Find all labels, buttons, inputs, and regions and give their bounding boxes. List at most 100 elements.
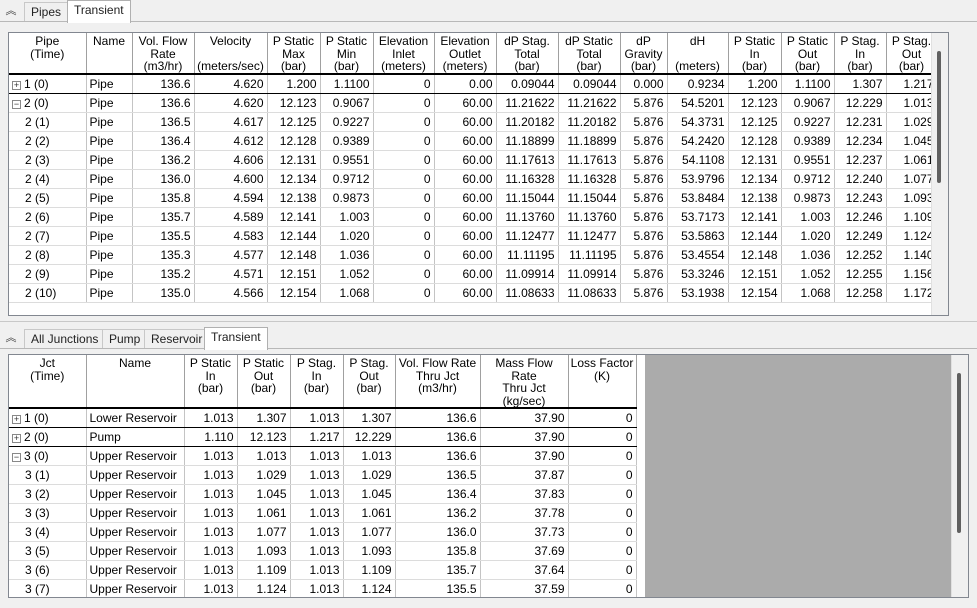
name-cell: Pipe <box>86 74 133 94</box>
value-cell: 11.13760 <box>558 207 621 227</box>
value-cell: 136.5 <box>395 465 481 485</box>
table-row[interactable]: 3 (7) Upper Reservoir 1.013 1.124 1.013 1.124… <box>9 579 637 597</box>
value-cell: 37.59 <box>480 579 569 597</box>
junctions-vertical-scrollbar[interactable] <box>951 355 968 597</box>
value-cell: 0 <box>568 446 637 466</box>
expand-plus-icon[interactable]: + <box>12 434 21 443</box>
top-column-header-8[interactable]: dP Stag. Total (bar) <box>496 33 559 75</box>
value-cell: 1.013 <box>184 541 238 561</box>
value-cell: 37.87 <box>480 465 569 485</box>
value-cell: 1.110 <box>184 427 238 447</box>
top-column-header-12[interactable]: P Static In (bar) <box>728 33 782 75</box>
table-row[interactable]: 3 (6) Upper Reservoir 1.013 1.109 1.013 1.109… <box>9 560 637 580</box>
table-row[interactable]: +2 (0) Pump 1.110 12.123 1.217 12.229 136.6 37.… <box>9 427 637 447</box>
pipes-transient-grid: Pipe (Time) Name Vol. Flow Rate (m3/hr) Vel… <box>8 32 949 316</box>
value-cell: 12.138 <box>728 188 782 208</box>
top-column-header-0[interactable]: Pipe (Time) <box>9 33 87 75</box>
collapse-up-icon[interactable]: ︽ <box>4 331 18 345</box>
collapse-up-icon[interactable]: ︽ <box>4 4 18 18</box>
top-column-header-6[interactable]: Elevation Inlet (meters) <box>373 33 435 75</box>
top-column-header-7[interactable]: Elevation Outlet (meters) <box>434 33 497 75</box>
value-cell: 1.109 <box>886 207 938 227</box>
bottom-column-header-4[interactable]: P Stag. In (bar) <box>290 355 344 409</box>
value-cell: 12.123 <box>728 93 782 113</box>
pipes-scroll-thumb[interactable] <box>937 51 941 183</box>
table-row[interactable]: 2 (4) Pipe 136.0 4.600 12.134 0.9712 0 60.00 11.… <box>9 169 938 189</box>
value-cell: 1.013 <box>237 446 291 466</box>
table-row[interactable]: 2 (2) Pipe 136.4 4.612 12.128 0.9389 0 60.00 11.… <box>9 131 938 151</box>
table-row[interactable]: 2 (6) Pipe 135.7 4.589 12.141 1.003 0 60.00 11.1… <box>9 207 938 227</box>
bottom-column-header-1[interactable]: Name <box>86 355 185 409</box>
table-row[interactable]: 2 (7) Pipe 135.5 4.583 12.144 1.020 0 60.00 11.1… <box>9 226 938 246</box>
value-cell: 1.045 <box>343 484 396 504</box>
tab-all-junctions[interactable]: All Junctions <box>24 329 106 349</box>
bottom-column-header-5[interactable]: P Stag. Out (bar) <box>343 355 396 409</box>
top-column-header-13[interactable]: P Static Out (bar) <box>781 33 835 75</box>
top-column-header-14[interactable]: P Stag. In (bar) <box>834 33 887 75</box>
value-cell: 1.109 <box>237 560 291 580</box>
value-cell: 1.003 <box>320 207 374 227</box>
value-cell: 4.577 <box>194 245 268 265</box>
table-row[interactable]: 2 (1) Pipe 136.5 4.617 12.125 0.9227 0 60.00 11.… <box>9 112 938 132</box>
table-row[interactable]: 2 (3) Pipe 136.2 4.606 12.131 0.9551 0 60.00 11.… <box>9 150 938 170</box>
pipes-table: Pipe (Time) Name Vol. Flow Rate (m3/hr) Vel… <box>9 33 938 303</box>
tab-pump[interactable]: Pump <box>102 329 148 349</box>
tab-pipes-transient[interactable]: Transient <box>67 0 131 23</box>
value-cell: 1.013 <box>886 93 938 113</box>
top-column-header-11[interactable]: dH (meters) <box>667 33 729 75</box>
bottom-column-header-3[interactable]: P Static Out (bar) <box>237 355 291 409</box>
value-cell: 0.9873 <box>320 188 374 208</box>
value-cell: 60.00 <box>434 264 497 284</box>
table-row[interactable]: +1 (0) Lower Reservoir 1.013 1.307 1.013 1.30… <box>9 408 637 428</box>
top-column-header-2[interactable]: Vol. Flow Rate (m3/hr) <box>132 33 195 75</box>
top-column-header-3[interactable]: Velocity (meters/sec) <box>194 33 268 75</box>
top-column-header-5[interactable]: P Static Min (bar) <box>320 33 374 75</box>
value-cell: 12.144 <box>267 226 321 246</box>
value-cell: 54.5201 <box>667 93 729 113</box>
value-cell: 1.1100 <box>781 74 835 94</box>
value-cell: 0.09044 <box>496 74 559 94</box>
value-cell: 0.00 <box>434 74 497 94</box>
tab-reservoir[interactable]: Reservoir <box>144 329 210 349</box>
value-cell: 136.4 <box>132 131 195 151</box>
table-row[interactable]: 2 (8) Pipe 135.3 4.577 12.148 1.036 0 60.00 11.1… <box>9 245 938 265</box>
value-cell: 0.09044 <box>558 74 621 94</box>
table-row[interactable]: 2 (5) Pipe 135.8 4.594 12.138 0.9873 0 60.00 11.… <box>9 188 938 208</box>
bottom-column-header-8[interactable]: Loss Factor (K) <box>568 355 637 409</box>
top-column-header-10[interactable]: dP Gravity (bar) <box>620 33 668 75</box>
tab-junctions-transient[interactable]: Transient <box>204 327 268 350</box>
value-cell: 37.69 <box>480 541 569 561</box>
value-cell: 1.013 <box>290 560 344 580</box>
expand-plus-icon[interactable]: + <box>12 415 21 424</box>
table-row[interactable]: 3 (3) Upper Reservoir 1.013 1.061 1.013 1.061… <box>9 503 637 523</box>
table-row[interactable]: +1 (0) Pipe 136.6 4.620 1.200 1.1100 0 0.00 0.09… <box>9 74 938 94</box>
row-key-label: 2 (1) <box>25 115 50 129</box>
value-cell: 1.068 <box>320 283 374 303</box>
collapse-minus-icon[interactable]: − <box>12 100 21 109</box>
table-row[interactable]: 2 (9) Pipe 135.2 4.571 12.151 1.052 0 60.00 11.0… <box>9 264 938 284</box>
bottom-column-header-2[interactable]: P Static In (bar) <box>184 355 238 409</box>
top-column-header-1[interactable]: Name <box>86 33 133 75</box>
tab-pipes[interactable]: Pipes <box>24 2 69 22</box>
table-row[interactable]: −3 (0) Upper Reservoir 1.013 1.013 1.013 1.01… <box>9 446 637 466</box>
expand-plus-icon[interactable]: + <box>12 81 21 90</box>
top-column-header-9[interactable]: dP Static Total (bar) <box>558 33 621 75</box>
top-column-header-15[interactable]: P Stag. Out (bar) <box>886 33 938 75</box>
top-column-header-4[interactable]: P Static Max (bar) <box>267 33 321 75</box>
value-cell: 4.589 <box>194 207 268 227</box>
row-key-label: 2 (9) <box>25 267 50 281</box>
table-row[interactable]: 3 (5) Upper Reservoir 1.013 1.093 1.013 1.093… <box>9 541 637 561</box>
value-cell: 1.029 <box>237 465 291 485</box>
collapse-minus-icon[interactable]: − <box>12 453 21 462</box>
bottom-column-header-0[interactable]: Jct (Time) <box>9 355 87 409</box>
pipes-vertical-scrollbar[interactable] <box>931 33 948 315</box>
table-row[interactable]: −2 (0) Pipe 136.6 4.620 12.123 0.9067 0 60.00 11… <box>9 93 938 113</box>
bottom-column-header-6[interactable]: Vol. Flow Rate Thru Jct (m3/hr) <box>395 355 481 409</box>
table-row[interactable]: 3 (2) Upper Reservoir 1.013 1.045 1.013 1.045… <box>9 484 637 504</box>
value-cell: 1.013 <box>184 484 238 504</box>
table-row[interactable]: 2 (10) Pipe 135.0 4.566 12.154 1.068 0 60.00 11.… <box>9 283 938 303</box>
table-row[interactable]: 3 (4) Upper Reservoir 1.013 1.077 1.013 1.077… <box>9 522 637 542</box>
table-row[interactable]: 3 (1) Upper Reservoir 1.013 1.029 1.013 1.029… <box>9 465 637 485</box>
bottom-column-header-7[interactable]: Mass Flow Rate Thru Jct (kg/sec) <box>480 355 569 409</box>
junctions-scroll-thumb[interactable] <box>957 373 961 533</box>
